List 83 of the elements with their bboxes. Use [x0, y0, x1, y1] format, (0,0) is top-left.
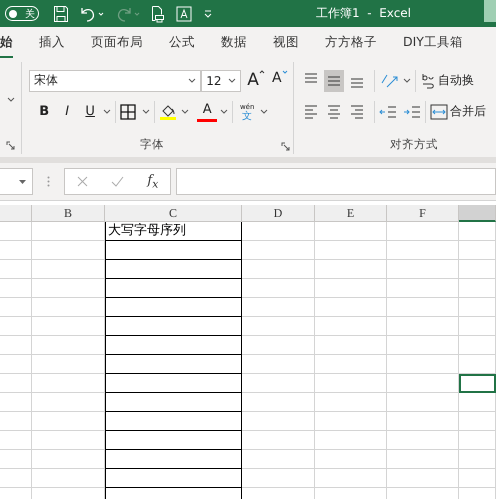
caret-down-icon: [282, 70, 288, 74]
align-left-icon: [302, 104, 319, 120]
orientation-icon[interactable]: [378, 72, 399, 88]
save-icon[interactable]: [53, 4, 69, 22]
window-title: 工作簿1 - Excel: [316, 5, 412, 22]
caret-icon: [260, 109, 268, 114]
grid-cell[interactable]: [105, 355, 242, 374]
wrap-text-icon: [420, 72, 436, 90]
caret-icon: [103, 109, 112, 114]
merge-center-button[interactable]: 合并后: [448, 100, 488, 122]
wrap-text-button[interactable]: 自动换: [436, 70, 476, 92]
increase-indent-icon[interactable]: [402, 104, 421, 118]
grid-cell[interactable]: [105, 279, 242, 298]
grid-cell[interactable]: [105, 450, 242, 469]
caret-icon: [228, 78, 236, 83]
grid-cell[interactable]: [105, 469, 242, 488]
column-header[interactable]: [459, 205, 496, 222]
shrink-font-button[interactable]: A: [270, 70, 290, 92]
print-preview-icon[interactable]: [151, 4, 165, 22]
ribbon-tab[interactable]: 页面布局: [91, 27, 143, 58]
selected-cell[interactable]: [459, 374, 496, 393]
caret-icon: [188, 78, 196, 83]
bottom-align-icon: [350, 78, 364, 88]
autosave-toggle[interactable]: 关: [5, 6, 39, 21]
grip-icon: [47, 176, 50, 187]
customize-toolbar-icon[interactable]: [203, 8, 213, 18]
middle-align-button[interactable]: [324, 70, 344, 92]
caret-up-icon: [258, 70, 265, 74]
grid-cell[interactable]: [105, 374, 242, 393]
caret-icon: [181, 109, 190, 114]
grid-cell[interactable]: [105, 260, 242, 279]
enter-icon[interactable]: [111, 176, 124, 187]
insert-function-button[interactable]: f$_{x}$: [147, 172, 158, 190]
dialog-launcher-icon[interactable]: [6, 141, 16, 150]
undo-icon[interactable]: [79, 6, 105, 22]
formula-input[interactable]: [176, 168, 496, 195]
ribbon-tab[interactable]: 方方格子: [325, 27, 377, 58]
window-corner: [484, 0, 496, 22]
font-name-field[interactable]: 宋体: [29, 70, 202, 92]
grid-cell[interactable]: [105, 393, 242, 412]
dialog-launcher-icon[interactable]: [280, 142, 290, 151]
grid-cell[interactable]: [105, 241, 242, 260]
grid-cell[interactable]: [105, 336, 242, 355]
column-header[interactable]: E: [315, 205, 387, 222]
align-center-icon: [326, 104, 342, 120]
grid-cell[interactable]: [105, 298, 242, 317]
underline-button[interactable]: U: [80, 100, 100, 122]
caret-icon: [19, 180, 26, 184]
column-header[interactable]: B: [32, 205, 105, 222]
text-box-icon[interactable]: [175, 4, 193, 22]
font-size-field[interactable]: 12: [201, 70, 242, 92]
align-right-icon: [348, 104, 365, 120]
group-label: 字体: [139, 137, 166, 152]
group-label: 对齐方式: [388, 137, 439, 152]
redo-icon[interactable]: [115, 6, 141, 22]
borders-icon[interactable]: [120, 104, 136, 120]
ribbon-tab[interactable]: 公式: [169, 27, 195, 58]
fill-color-icon[interactable]: [159, 102, 178, 120]
cancel-icon[interactable]: [76, 176, 88, 187]
merge-cells-icon: [430, 104, 448, 120]
ribbon-tab[interactable]: 视图: [273, 27, 299, 58]
italic-button[interactable]: I: [57, 100, 78, 122]
middle-align-icon: [326, 76, 341, 86]
ribbon-tab[interactable]: 插入: [39, 27, 65, 58]
grow-font-button[interactable]: A: [245, 70, 267, 92]
ribbon-tab[interactable]: DIY工具箱: [403, 27, 463, 58]
grid-cell[interactable]: [105, 431, 242, 450]
bold-button[interactable]: B: [34, 100, 54, 122]
caret-icon: [402, 78, 411, 83]
top-align-icon: [304, 73, 318, 83]
ribbon-tab[interactable]: 数据: [221, 27, 247, 58]
grid-cell[interactable]: [105, 317, 242, 336]
column-header[interactable]: D: [242, 205, 315, 222]
collapse-chevron-icon[interactable]: [6, 97, 15, 102]
caret-icon: [220, 109, 228, 114]
caret-icon: [142, 109, 150, 114]
font-color-button[interactable]: A: [197, 102, 218, 122]
column-header[interactable]: F: [387, 205, 459, 222]
name-box[interactable]: [0, 168, 33, 195]
column-header[interactable]: C: [105, 205, 242, 222]
grid-cell[interactable]: [105, 412, 242, 431]
grid-cell[interactable]: 大写字母序列: [105, 222, 242, 241]
decrease-indent-icon[interactable]: [378, 104, 397, 118]
